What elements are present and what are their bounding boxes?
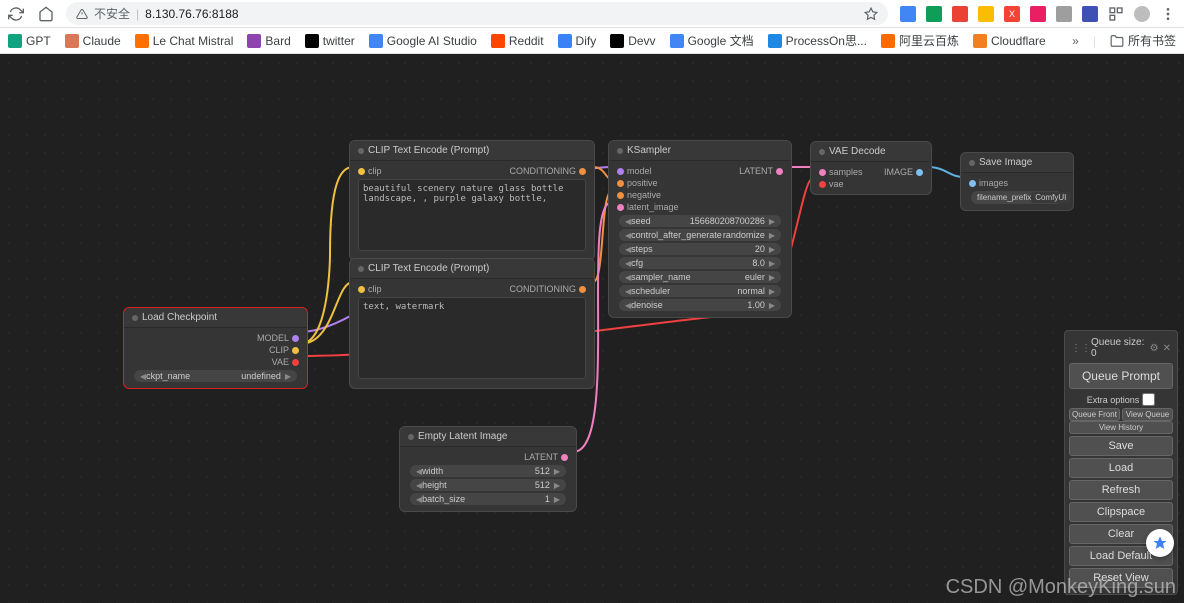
star-icon[interactable] [864, 7, 878, 21]
reset-view-button[interactable]: Reset View [1069, 568, 1173, 588]
node-clip-positive[interactable]: CLIP Text Encode (Prompt) clipCONDITIONI… [349, 140, 595, 261]
input-port-model[interactable] [617, 168, 624, 175]
all-bookmarks[interactable]: 所有书签 [1110, 32, 1176, 49]
prompt-textarea-positive[interactable] [358, 179, 586, 251]
bookmark-item[interactable]: Le Chat Mistral [135, 34, 234, 48]
widget-cfg[interactable]: ◀cfg8.0▶ [619, 257, 781, 269]
widget-control_after_generate[interactable]: ◀control_after_generaterandomize▶ [619, 229, 781, 241]
url-text: 8.130.76.76:8188 [145, 7, 238, 21]
ext-icon[interactable] [926, 6, 942, 22]
input-port-images[interactable] [969, 180, 976, 187]
widget-width[interactable]: ◀width512▶ [410, 465, 566, 477]
input-port-positive[interactable] [617, 180, 624, 187]
queue-size-label: Queue size: 0 [1091, 337, 1150, 359]
output-port-image[interactable] [916, 169, 923, 176]
bookmark-item[interactable]: Claude [65, 34, 121, 48]
node-canvas[interactable]: Load Checkpoint MODEL CLIP VAE ◀ckpt_nam… [0, 54, 1184, 603]
node-clip-negative[interactable]: CLIP Text Encode (Prompt) clipCONDITIONI… [349, 258, 595, 389]
input-port-latent[interactable] [617, 204, 624, 211]
node-vae-decode[interactable]: VAE Decode samplesIMAGE vae [810, 141, 932, 195]
node-title: Empty Latent Image [418, 431, 508, 442]
queue-prompt-button[interactable]: Queue Prompt [1069, 363, 1173, 389]
bookmark-item[interactable]: Bard [247, 34, 290, 48]
extensions-icon[interactable] [1108, 6, 1124, 22]
browser-toolbar: 不安全 | 8.130.76.76:8188 X [0, 0, 1184, 28]
home-icon[interactable] [38, 6, 54, 22]
bookmark-item[interactable]: ProcessOn思... [768, 32, 867, 49]
ext-icon[interactable] [1056, 6, 1072, 22]
input-port-negative[interactable] [617, 192, 624, 199]
bookmark-item[interactable]: Google AI Studio [369, 34, 477, 48]
extra-options-checkbox[interactable] [1142, 393, 1155, 406]
insecure-label: 不安全 [94, 5, 130, 22]
node-load-checkpoint[interactable]: Load Checkpoint MODEL CLIP VAE ◀ckpt_nam… [123, 307, 308, 389]
bookmark-item[interactable]: Devv [610, 34, 655, 48]
input-port-vae[interactable] [819, 181, 826, 188]
node-save-image[interactable]: Save Image images filename_prefixComfyUI [960, 152, 1074, 211]
ext-icon[interactable] [978, 6, 994, 22]
gear-icon[interactable]: ⚙ [1150, 343, 1159, 354]
address-bar[interactable]: 不安全 | 8.130.76.76:8188 [66, 2, 888, 25]
bookmark-item[interactable]: Cloudflare [973, 34, 1046, 48]
node-title: Load Checkpoint [142, 312, 217, 323]
output-port-clip[interactable] [292, 347, 299, 354]
refresh-button[interactable]: Refresh [1069, 480, 1173, 500]
view-queue-button[interactable]: View Queue [1122, 408, 1173, 421]
save-button[interactable]: Save [1069, 436, 1173, 456]
node-title: CLIP Text Encode (Prompt) [368, 263, 489, 274]
ext-icon[interactable] [1030, 6, 1046, 22]
widget-batch_size[interactable]: ◀batch_size1▶ [410, 493, 566, 505]
menu-icon[interactable] [1160, 6, 1176, 22]
load-button[interactable]: Load [1069, 458, 1173, 478]
bookmarks-more[interactable]: » [1072, 34, 1079, 48]
ext-icon[interactable] [900, 6, 916, 22]
output-port-conditioning[interactable] [579, 168, 586, 175]
view-history-button[interactable]: View History [1069, 421, 1173, 434]
profile-icon[interactable] [1134, 6, 1150, 22]
output-port-conditioning[interactable] [579, 286, 586, 293]
bookmark-item[interactable]: Reddit [491, 34, 544, 48]
insecure-icon [76, 8, 88, 20]
input-port-clip[interactable] [358, 286, 365, 293]
node-empty-latent[interactable]: Empty Latent Image LATENT ◀width512▶◀hei… [399, 426, 577, 512]
folder-icon [1110, 34, 1124, 48]
input-port-clip[interactable] [358, 168, 365, 175]
output-port-latent[interactable] [776, 168, 783, 175]
widget-filename-prefix[interactable]: filename_prefixComfyUI [971, 191, 1063, 204]
clipspace-button[interactable]: Clipspace [1069, 502, 1173, 522]
ext-icon[interactable] [952, 6, 968, 22]
bookmark-item[interactable]: Dify [558, 34, 597, 48]
bookmark-item[interactable]: GPT [8, 34, 51, 48]
widget-denoise[interactable]: ◀denoise1.00▶ [619, 299, 781, 311]
queue-front-button[interactable]: Queue Front [1069, 408, 1120, 421]
output-port-latent[interactable] [561, 454, 568, 461]
node-title: VAE Decode [829, 146, 886, 157]
bookmark-item[interactable]: twitter [305, 34, 355, 48]
bookmarks-bar: GPT Claude Le Chat Mistral Bard twitter Googl… [0, 28, 1184, 54]
widget-steps[interactable]: ◀steps20▶ [619, 243, 781, 255]
bookmark-item[interactable]: Google 文档 [670, 32, 754, 49]
reload-icon[interactable] [8, 6, 24, 22]
node-title: KSampler [627, 145, 671, 156]
floating-action-button[interactable] [1146, 529, 1174, 557]
input-port-samples[interactable] [819, 169, 826, 176]
output-port-model[interactable] [292, 335, 299, 342]
widget-scheduler[interactable]: ◀schedulernormal▶ [619, 285, 781, 297]
widget-ckpt-name[interactable]: ◀ckpt_nameundefined▶ [134, 370, 297, 382]
ext-icon[interactable]: X [1004, 6, 1020, 22]
close-icon[interactable]: ✕ [1163, 343, 1171, 354]
node-ksampler[interactable]: KSampler modelLATENT positive negative l… [608, 140, 792, 318]
bookmark-item[interactable]: 阿里云百炼 [881, 32, 959, 49]
node-title: CLIP Text Encode (Prompt) [368, 145, 489, 156]
output-port-vae[interactable] [292, 359, 299, 366]
extension-icons: X [900, 6, 1176, 22]
ext-icon[interactable] [1082, 6, 1098, 22]
widget-height[interactable]: ◀height512▶ [410, 479, 566, 491]
prompt-textarea-negative[interactable] [358, 297, 586, 379]
widget-sampler_name[interactable]: ◀sampler_nameeuler▶ [619, 271, 781, 283]
node-title: Save Image [979, 157, 1032, 168]
widget-seed[interactable]: ◀seed156680208700286▶ [619, 215, 781, 227]
